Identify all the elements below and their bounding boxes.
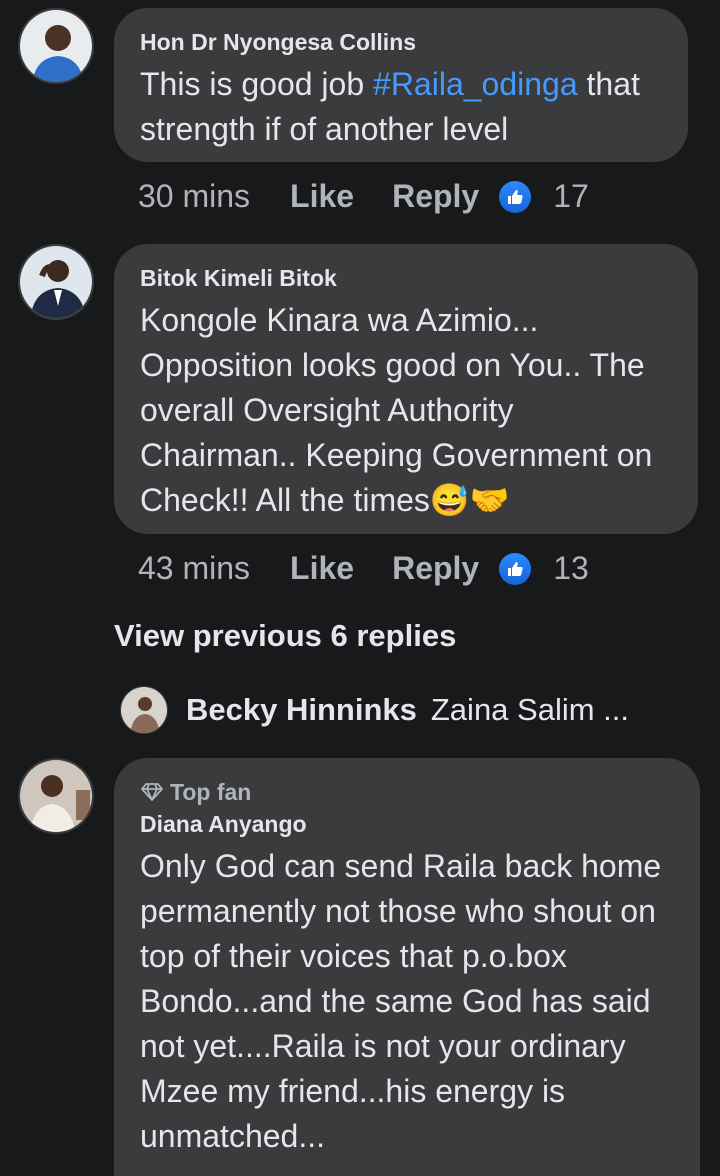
comment-author[interactable]: Diana Anyango bbox=[140, 810, 674, 838]
avatar-nyongesa-collins[interactable] bbox=[18, 8, 94, 84]
comment-text: Kongole Kinara wa Azimio... Opposition l… bbox=[140, 302, 653, 518]
reaction-count[interactable]: 13 bbox=[553, 550, 589, 587]
comment-time[interactable]: 43 mins bbox=[138, 550, 250, 587]
like-button[interactable]: Like bbox=[290, 550, 354, 587]
avatar-becky-hinninks[interactable] bbox=[120, 686, 168, 734]
reply-button[interactable]: Reply bbox=[392, 178, 479, 215]
reply-preview-row[interactable]: Becky Hinninks Zaina Salim ... bbox=[120, 684, 629, 736]
view-previous-replies-link[interactable]: View previous 6 replies bbox=[114, 618, 456, 654]
comment-text: This is good job #Raila_odinga that stre… bbox=[140, 66, 640, 147]
comment-bubble-2: Bitok Kimeli Bitok Kongole Kinara wa Azi… bbox=[114, 244, 698, 534]
comment-author[interactable]: Bitok Kimeli Bitok bbox=[140, 264, 672, 292]
reply-preview-text: Zaina Salim ... bbox=[430, 692, 629, 727]
top-fan-badge: Top fan bbox=[140, 778, 674, 806]
reaction-count[interactable]: 17 bbox=[553, 178, 589, 215]
reply-button[interactable]: Reply bbox=[392, 550, 479, 587]
like-reaction-icon[interactable] bbox=[499, 180, 532, 213]
like-button[interactable]: Like bbox=[290, 178, 354, 215]
reply-author-name[interactable]: Becky Hinninks bbox=[186, 692, 417, 728]
comment-bubble-1: Hon Dr Nyongesa Collins This is good job… bbox=[114, 8, 688, 162]
hashtag-link[interactable]: #Raila_odinga bbox=[373, 66, 578, 102]
comment-time[interactable]: 30 mins bbox=[138, 178, 250, 215]
like-reaction-icon[interactable] bbox=[499, 552, 532, 585]
avatar-diana-anyango[interactable] bbox=[18, 758, 94, 834]
comment-text: Only God can send Raila back home perman… bbox=[140, 848, 662, 1154]
comment-bubble-3: Top fan Diana Anyango Only God can send … bbox=[114, 758, 700, 1176]
avatar-bitok-kimeli[interactable] bbox=[18, 244, 94, 320]
comment-author[interactable]: Hon Dr Nyongesa Collins bbox=[140, 28, 662, 56]
comment-actions-2: 43 mins Like Reply 13 bbox=[138, 550, 589, 587]
diamond-icon bbox=[141, 783, 163, 801]
comment-actions-1: 30 mins Like Reply 17 bbox=[138, 178, 589, 215]
